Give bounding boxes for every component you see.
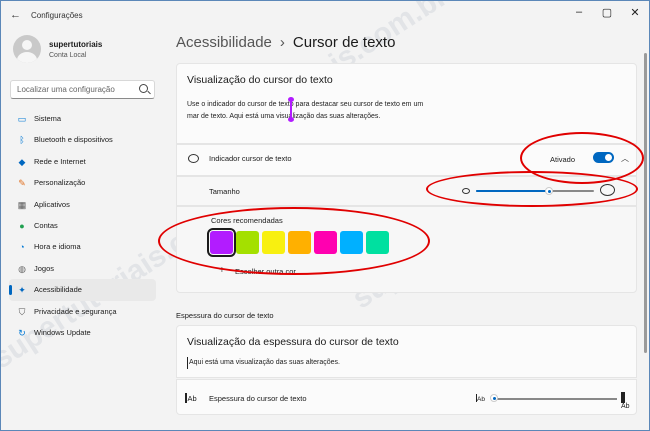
choose-other-color-link[interactable]: Escolher outra cor [235,267,296,276]
breadcrumb-parent[interactable]: Acessibilidade [176,34,272,51]
color-swatch[interactable] [236,231,259,254]
slider-thumb[interactable] [545,187,554,195]
color-swatch[interactable] [262,231,285,254]
wifi-icon: ◆ [18,156,26,167]
search-placeholder: Localizar uma configuração [17,85,115,94]
recommended-colors-label: Cores recomendadas [211,216,283,225]
slider-fill [476,190,550,192]
thickness-section-label: Espessura do cursor de texto [176,311,274,320]
cursor-preview-card: Visualização do cursor do texto Use o in… [176,63,637,144]
gamepad-icon: ◍ [18,263,26,274]
close-icon[interactable]: ✕ [625,6,645,19]
thick-cursor-icon: Ab [621,392,631,410]
slider-track[interactable] [492,398,617,400]
sidebar-item[interactable]: ⛉ Privacidade e segurança [9,301,156,322]
page-title: Cursor de texto [292,34,396,51]
sidebar-item[interactable]: ◔ Hora e idioma [9,236,156,257]
brush-icon: ✎ [18,178,26,189]
size-row: Tamanho [176,176,637,206]
preview-card-title: Visualização do cursor do texto [187,74,333,86]
sidebar-item-label: Rede e Internet [34,156,86,166]
accessibility-icon: ✦ [18,285,26,296]
sidebar-item-label: Jogos [34,263,55,273]
sidebar-item[interactable]: ▦ Aplicativos [9,194,156,215]
indicator-label: Indicador cursor de texto [209,154,292,163]
size-slider[interactable] [462,183,617,199]
cursor-indicator-icon [188,154,199,163]
thin-cursor-icon: Ab [476,394,485,403]
size-label: Tamanho [209,187,240,196]
small-indicator-icon [462,188,470,194]
color-swatch[interactable] [314,231,337,254]
color-swatch[interactable] [366,231,389,254]
update-icon: ↻ [18,327,26,338]
chevron-up-icon[interactable]: ︿ [621,153,629,164]
title-bar: ← Configurações – ▢ ✕ [1,1,649,31]
thickness-label: Espessura do cursor de texto [209,394,307,403]
text-caret [187,357,188,369]
sidebar-item[interactable]: ✦ Acessibilidade [9,279,156,301]
person-icon: ● [19,220,25,231]
sidebar-item-label: Aplicativos [34,199,70,209]
sidebar-item-label: Personalização [34,178,86,188]
text-cursor-indicator-row[interactable]: Indicador cursor de texto Ativado ︿ [176,144,637,176]
clock-globe-icon: ◔ [19,242,25,253]
sidebar-nav: ▭ Sistema ᛒ Bluetooth e dispositivos ◆ Rede e… [9,108,156,343]
sidebar-item-label: Acessibilidade [34,285,82,295]
sidebar-item-label: Bluetooth e dispositivos [34,135,113,145]
color-swatch[interactable] [288,231,311,254]
color-swatch[interactable] [340,231,363,254]
text-cursor-indicator-preview [288,97,294,122]
thickness-preview-card: Visualização da espessura do cursor de t… [176,325,637,378]
sidebar-item[interactable]: ◍ Jogos [9,258,156,279]
scrollbar[interactable] [644,53,647,353]
shield-icon: ⛉ [18,306,26,317]
sidebar-item-label: Contas [34,220,58,230]
toggle-state-label: Ativado [550,155,576,164]
breadcrumb: Acessibilidade › Cursor de texto [176,34,395,51]
window-title: Configurações [31,11,83,20]
color-swatch[interactable] [207,228,236,257]
apps-icon: ▦ [17,199,27,210]
back-arrow-icon[interactable]: ← [10,9,21,21]
profile-account-type: Conta Local [49,52,87,59]
sidebar-item-label: Sistema [34,114,62,123]
breadcrumb-separator: › [279,34,285,51]
settings-window: supertutoriais.com.br supertutoriais.com… [0,0,650,431]
thickness-card-title: Visualização da espessura do cursor de t… [187,336,399,348]
search-input[interactable]: Localizar uma configuração [10,80,155,99]
minimize-icon[interactable]: – [569,6,589,18]
sidebar-item[interactable]: ✎ Personalização [9,172,156,193]
sidebar-item[interactable]: ᛒ Bluetooth e dispositivos [9,129,156,150]
sidebar-item[interactable]: ↻ Windows Update [9,322,156,343]
maximize-icon[interactable]: ▢ [597,6,617,19]
sidebar-item-label: Windows Update [34,327,91,337]
preview-card-description: Use o indicador do cursor de texto para … [187,101,424,120]
sidebar-item[interactable]: ▭ Sistema [9,108,156,129]
sidebar-item[interactable]: ◆ Rede e Internet [9,151,156,172]
profile-name: supertutoriais [49,40,103,49]
avatar [13,35,41,63]
sidebar-item[interactable]: ● Contas [9,215,156,236]
bluetooth-icon: ᛒ [19,135,25,146]
thickness-card-description: Aqui está uma visualização das suas alte… [189,359,340,366]
large-indicator-icon [600,184,615,196]
sidebar-item-label: Hora e idioma [34,242,81,252]
indicator-toggle[interactable] [593,152,614,163]
sidebar-item-label: Privacidade e segurança [34,306,117,316]
search-icon[interactable] [139,84,148,93]
thickness-row: Ab Espessura do cursor de texto Ab Ab [176,379,637,415]
text-thickness-icon: Ab [185,393,197,403]
thickness-slider[interactable]: Ab Ab [476,392,631,410]
monitor-icon: ▭ [17,114,27,124]
plus-icon[interactable]: + [219,265,225,276]
slider-thumb[interactable] [490,394,498,402]
colors-row: Cores recomendadas + Escolher outra cor [176,206,637,293]
